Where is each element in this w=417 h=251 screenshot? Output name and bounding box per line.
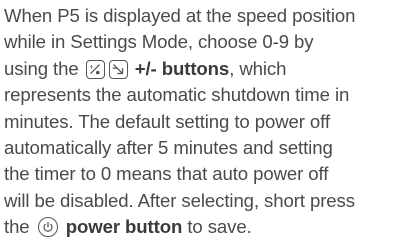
plus-speed-icon: + xyxy=(85,59,105,79)
power-button-label: power button xyxy=(65,216,183,238)
text-fragment: the xyxy=(4,216,30,238)
text-line: the timer to 0 means that auto power off xyxy=(4,163,329,185)
text-line-with-buttons: using the + +/- buttons, which xyxy=(4,56,414,82)
text-line: represents the automatic shutdown time i… xyxy=(4,84,350,106)
text-fragment: , which xyxy=(229,57,287,79)
text-line: automatically after 5 minutes and settin… xyxy=(4,136,333,158)
power-icon xyxy=(37,217,58,238)
text-line: minutes. The default setting to power of… xyxy=(4,110,330,132)
text-fragment: to save. xyxy=(182,216,252,238)
text-fragment: using the xyxy=(4,57,79,79)
svg-text:+: + xyxy=(89,64,93,71)
instruction-paragraph: When P5 is displayed at the speed positi… xyxy=(4,3,414,241)
text-line: while in Settings Mode, choose 0-9 by xyxy=(4,31,314,53)
plus-minus-buttons-label: +/- buttons xyxy=(134,57,230,79)
text-line: will be disabled. After selecting, short… xyxy=(4,189,355,211)
minus-speed-icon xyxy=(108,59,128,79)
text-line-with-power: the power button to save. xyxy=(4,214,414,240)
text-line: When P5 is displayed at the speed positi… xyxy=(4,5,356,26)
